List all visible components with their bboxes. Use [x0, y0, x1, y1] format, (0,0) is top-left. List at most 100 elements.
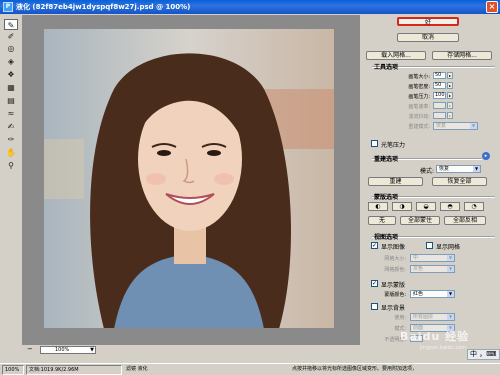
- mode-select[interactable]: 恢复 ▼: [436, 165, 481, 173]
- show-mask-checkbox[interactable]: ✓: [371, 280, 378, 287]
- zoom-value: 100%: [55, 347, 70, 353]
- watermark: Baidu 经验: [400, 330, 470, 343]
- brush-density-label: 画笔密度:: [408, 84, 430, 90]
- mask-none-button[interactable]: 无: [368, 216, 396, 225]
- chevron-right-icon[interactable]: ▸: [447, 82, 453, 89]
- ps-icon: P: [3, 2, 13, 12]
- mask-color-value: 红色: [413, 291, 424, 297]
- stylus-pressure-checkbox[interactable]: [371, 140, 378, 147]
- show-mesh-label: 显示网格: [436, 244, 461, 251]
- chevron-right-icon: ▸: [447, 112, 453, 119]
- mesh-color-label: 网格颜色:: [384, 267, 406, 273]
- zoom-out-icon[interactable]: −: [27, 346, 33, 353]
- zoom-select[interactable]: − 100% ▼: [27, 346, 96, 354]
- thaw-mask-icon[interactable]: ✑: [5, 134, 17, 145]
- reconstruct-options-title: 重建选项: [374, 156, 399, 163]
- turbulent-jitter-label: 湍流抖动:: [408, 114, 430, 120]
- chevron-right-icon: ▸: [447, 102, 453, 109]
- zoom-icon[interactable]: ⚲: [5, 160, 17, 171]
- bloat-icon[interactable]: ❖: [5, 69, 17, 80]
- turbulent-jitter-input: [433, 112, 446, 119]
- chevron-down-icon: ▼: [90, 347, 94, 353]
- chevron-down-icon: ▼: [447, 266, 454, 272]
- preview-canvas[interactable]: [22, 15, 360, 345]
- brush-rate-input: [433, 102, 446, 109]
- status-doc-size: 文档:1019.9K/2.96M: [26, 365, 122, 375]
- mask-invert-button[interactable]: 全部反相: [444, 216, 486, 225]
- watermark-url: jingyan.baidu.com: [420, 345, 467, 351]
- chevron-down-icon: ▼: [470, 123, 477, 129]
- mesh-size-label: 网格大小:: [384, 256, 406, 262]
- tool-palette: ✎ ✐ ◎ ◈ ❖ ▦ ▤ ≈ ✍ ✑ ✋ ⚲: [0, 15, 22, 350]
- mask-color-label: 蒙版颜色:: [384, 292, 406, 298]
- mask-color-select[interactable]: 红色 ▼: [410, 290, 455, 298]
- mask-invert-icon[interactable]: ◔: [464, 202, 484, 211]
- chevron-right-icon[interactable]: ▸: [447, 72, 453, 79]
- hand-icon[interactable]: ✋: [5, 147, 17, 158]
- mask-add-icon[interactable]: ◑: [392, 202, 412, 211]
- cancel-button[interactable]: 取消: [397, 33, 459, 42]
- stylus-pressure-label: 光笔压力: [381, 142, 406, 149]
- chevron-down-icon: ▼: [447, 291, 454, 297]
- freeze-mask-icon[interactable]: ✍: [5, 121, 17, 132]
- mask-all-button[interactable]: 全部蒙住: [400, 216, 440, 225]
- twirl-icon[interactable]: ◎: [5, 43, 17, 54]
- mesh-size-select: 中 ▼: [410, 254, 455, 262]
- turbulence-icon[interactable]: ≈: [5, 108, 17, 119]
- reconstruct-icon[interactable]: ✐: [5, 31, 17, 42]
- status-filter: 滤镜 液化: [126, 366, 148, 372]
- show-image-checkbox[interactable]: ✓: [371, 242, 378, 249]
- show-mask-label: 显示蒙版: [381, 282, 406, 289]
- pucker-icon[interactable]: ◈: [5, 56, 17, 67]
- save-mesh-button[interactable]: 存储网格...: [432, 51, 492, 60]
- mesh-size-value: 中: [413, 255, 419, 261]
- show-backdrop-label: 显示背景: [381, 305, 406, 312]
- chevron-down-icon: ▼: [447, 255, 454, 261]
- reconstruct-mode-select: 恢复 ▼: [433, 122, 478, 130]
- brush-pressure-label: 画笔压力:: [408, 94, 430, 100]
- reconstruct-mode-label: 重建模式:: [408, 124, 430, 130]
- mask-subtract-icon[interactable]: ◒: [416, 202, 436, 211]
- ok-button[interactable]: 好: [397, 17, 459, 26]
- portrait-photo: [44, 29, 334, 328]
- mask-intersect-icon[interactable]: ◓: [440, 202, 460, 211]
- status-bar: 100% 文档:1019.9K/2.96M 滤镜 液化 点按并拖移以将光标所选图…: [0, 363, 500, 375]
- mask-replace-icon[interactable]: ◐: [368, 202, 388, 211]
- panel-menu-icon[interactable]: ▸: [482, 152, 490, 160]
- use-select: 所有图层 ▼: [410, 313, 455, 321]
- reconstruct-mode-value: 恢复: [436, 123, 447, 129]
- mirror-icon[interactable]: ▤: [5, 95, 17, 106]
- status-hint: 点按并拖移以将光标所选图像区域变形。要用附加选项，: [292, 366, 418, 372]
- chevron-down-icon: ▼: [447, 314, 454, 320]
- brush-size-input[interactable]: 50: [433, 72, 446, 79]
- load-mesh-button[interactable]: 载入网格...: [366, 51, 426, 60]
- ime-indicator[interactable]: 中 ，⌨: [467, 349, 500, 360]
- status-zoom: 100%: [2, 365, 24, 375]
- window-title-bar: P 液化 (82f87eb4jw1dyspqf8w27j.psd @ 100%)…: [0, 0, 500, 14]
- use-value: 所有图层: [413, 314, 434, 320]
- mode-value: 恢复: [439, 166, 450, 172]
- brush-pressure-input[interactable]: 100: [433, 92, 446, 99]
- brush-size-label: 画笔大小:: [408, 74, 430, 80]
- show-backdrop-checkbox[interactable]: [371, 303, 378, 310]
- preview-image[interactable]: [44, 29, 334, 328]
- mode-label: 模式:: [420, 168, 435, 175]
- chevron-down-icon: ▼: [473, 166, 480, 172]
- warp-icon[interactable]: ✎: [4, 19, 18, 30]
- view-options-title: 视图选项: [374, 234, 399, 241]
- brush-rate-label: 画笔速率:: [408, 104, 430, 110]
- use-label: 使用:: [394, 315, 406, 321]
- window-title: 液化 (82f87eb4jw1dyspqf8w27j.psd @ 100%): [16, 3, 191, 11]
- brush-density-input[interactable]: 50: [433, 82, 446, 89]
- restore-all-button[interactable]: 恢复全部: [432, 177, 487, 186]
- close-icon[interactable]: ×: [486, 1, 498, 13]
- mesh-color-select: 灰色 ▼: [410, 265, 455, 273]
- show-mesh-checkbox[interactable]: [426, 242, 433, 249]
- mask-options-title: 蒙版选项: [374, 194, 399, 201]
- mesh-color-value: 灰色: [413, 266, 424, 272]
- chevron-right-icon[interactable]: ▸: [447, 92, 453, 99]
- reconstruct-button[interactable]: 重建: [368, 177, 423, 186]
- zoom-control: − 100% ▼: [22, 346, 360, 354]
- options-panel: 好 取消 载入网格... 存储网格... 工具选项 画笔大小: 50 ▸ 画笔密…: [362, 15, 500, 350]
- push-left-icon[interactable]: ▦: [5, 82, 17, 93]
